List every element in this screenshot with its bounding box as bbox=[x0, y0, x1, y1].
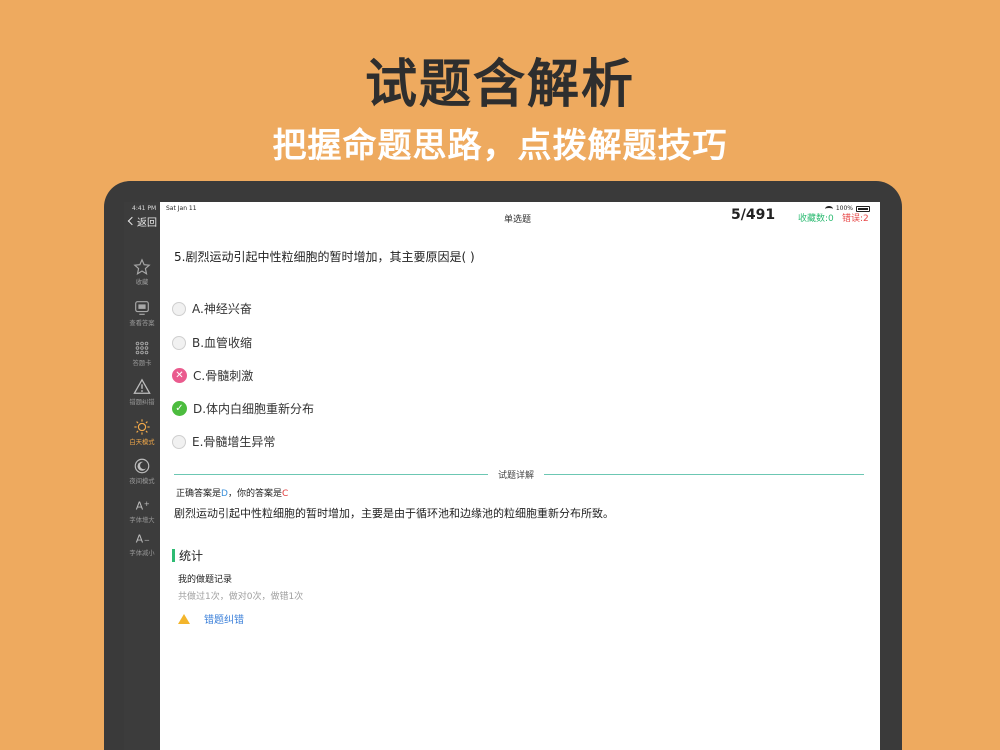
sidebar-item-label: 错题纠错 bbox=[129, 398, 155, 406]
option-label: D.体内白细胞重新分布 bbox=[193, 402, 315, 416]
chevron-left-icon bbox=[127, 216, 137, 226]
promo-subheadline: 把握命题思路，点拨解题技巧 bbox=[272, 126, 728, 166]
report-error-label: 错题纠错 bbox=[204, 615, 244, 626]
check-icon: ✓ bbox=[172, 401, 187, 416]
option-label: B.血管收缩 bbox=[192, 336, 253, 350]
sidebar-item-report-error[interactable]: 错题纠错 bbox=[124, 378, 160, 407]
tool-sidebar: 返回 收藏 查看答案 答题卡 错题纠错 白天模式 夜间模式 A + 字体增大 A… bbox=[124, 202, 160, 750]
back-button[interactable]: 返回 bbox=[126, 214, 160, 229]
sidebar-item-label: 收藏 bbox=[135, 278, 149, 286]
sidebar-item-label: 字体减小 bbox=[129, 549, 155, 557]
sidebar-item-label: 夜间模式 bbox=[129, 477, 155, 485]
question-text: 5.剧烈运动引起中性粒细胞的暂时增加，其主要原因是( ) bbox=[174, 250, 475, 264]
record-detail: 共做过1次，做对0次，做错1次 bbox=[178, 592, 304, 602]
radio-icon bbox=[172, 434, 186, 449]
back-label: 返回 bbox=[137, 217, 157, 229]
moon-icon bbox=[134, 458, 150, 474]
record-title: 我的做题记录 bbox=[178, 575, 233, 585]
answer-summary: 正确答案是D，你的答案是C bbox=[176, 486, 288, 499]
app-screen: 返回 收藏 查看答案 答题卡 错题纠错 白天模式 夜间模式 A + 字体增大 A… bbox=[124, 202, 880, 750]
sidebar-item-label: 白天模式 bbox=[129, 438, 155, 446]
radio-icon bbox=[172, 335, 186, 350]
svg-text:A: A bbox=[136, 533, 144, 546]
sidebar-item-night-mode[interactable]: 夜间模式 bbox=[124, 457, 160, 486]
option-label: E.骨髓增生异常 bbox=[192, 435, 276, 449]
sidebar-item-label: 字体增大 bbox=[129, 516, 155, 524]
radio-icon bbox=[172, 301, 186, 316]
sidebar-item-label: 答题卡 bbox=[132, 359, 152, 367]
correct-answer: D bbox=[221, 489, 228, 499]
sidebar-item-view-answer[interactable]: 查看答案 bbox=[124, 299, 160, 328]
option-b[interactable]: B.血管收缩 bbox=[172, 334, 252, 351]
font-decrease-icon: A − bbox=[136, 533, 150, 546]
favorites-count: 收藏数:0 bbox=[798, 214, 834, 224]
star-icon bbox=[133, 258, 151, 275]
warning-icon bbox=[178, 613, 190, 624]
option-d[interactable]: ✓ D.体内白细胞重新分布 bbox=[172, 400, 314, 417]
sidebar-item-font-increase[interactable]: A + 字体增大 bbox=[124, 496, 160, 525]
option-label: A.神经兴奋 bbox=[192, 302, 252, 316]
error-count: 错误:2 bbox=[842, 214, 869, 224]
page-title: 单选题 bbox=[504, 215, 532, 225]
stats-title: 统计 bbox=[179, 549, 204, 563]
sidebar-item-day-mode[interactable]: 白天模式 bbox=[124, 418, 160, 447]
sidebar-item-label: 查看答案 bbox=[129, 319, 155, 327]
sidebar-item-font-decrease[interactable]: A − 字体减小 bbox=[124, 529, 160, 558]
svg-text:−: − bbox=[144, 536, 150, 545]
warning-icon bbox=[133, 378, 151, 394]
font-increase-icon: A + bbox=[136, 499, 150, 513]
heading-accent-bar bbox=[172, 549, 175, 562]
option-a[interactable]: A.神经兴奋 bbox=[172, 300, 252, 317]
grid-icon bbox=[135, 341, 149, 355]
status-date: Sat Jan 11 bbox=[166, 205, 197, 212]
option-e[interactable]: E.骨髓增生异常 bbox=[172, 433, 275, 450]
promo-headline: 试题含解析 bbox=[364, 54, 635, 115]
option-c[interactable]: ✕ C.骨髓刺激 bbox=[172, 367, 253, 384]
option-label: C.骨髓刺激 bbox=[193, 369, 254, 383]
explanation-section-label: 试题详解 bbox=[488, 468, 545, 481]
svg-text:+: + bbox=[144, 499, 150, 508]
my-answer-prefix: ，你的答案是 bbox=[227, 489, 282, 499]
cross-icon: ✕ bbox=[172, 368, 187, 383]
sidebar-item-favorite[interactable]: 收藏 bbox=[124, 258, 160, 287]
my-answer: C bbox=[281, 489, 289, 499]
monitor-icon bbox=[135, 301, 149, 315]
report-error-link[interactable]: 错题纠错 bbox=[178, 611, 244, 626]
explanation-text: 剧烈运动引起中性粒细胞的暂时增加，主要是由于循环池和边缘池的粒细胞重新分布所致。 bbox=[174, 507, 614, 520]
question-progress: 5/491 bbox=[731, 207, 776, 223]
stats-heading: 统计 bbox=[172, 547, 203, 564]
status-time: 4:41 PM bbox=[132, 205, 157, 212]
correct-answer-prefix: 正确答案是 bbox=[176, 489, 222, 499]
svg-text:A: A bbox=[136, 500, 144, 513]
sidebar-item-answer-card[interactable]: 答题卡 bbox=[124, 339, 160, 368]
sun-icon bbox=[134, 419, 150, 435]
